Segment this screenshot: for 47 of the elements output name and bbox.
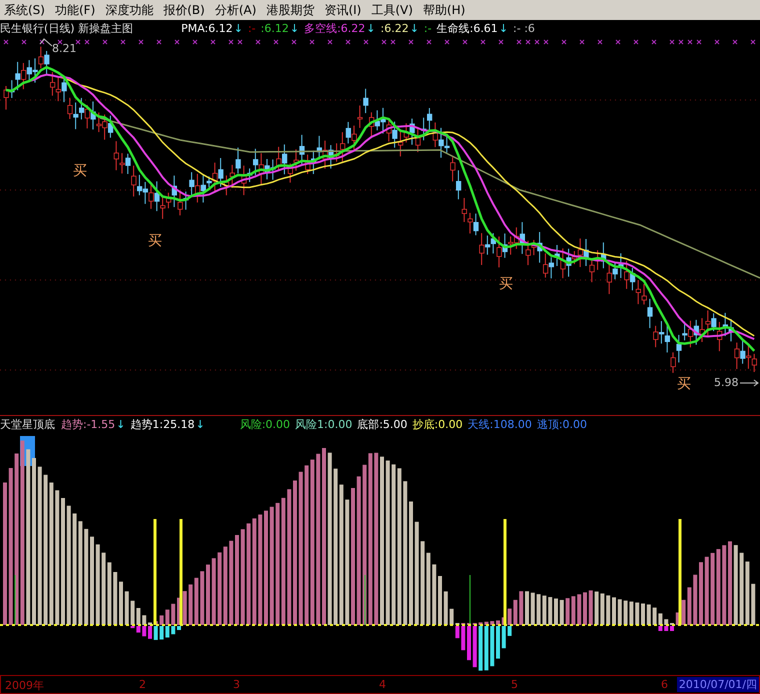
indicator-value: 底部:5.00 — [357, 417, 408, 432]
indicator-value: :6.12 — [260, 22, 289, 34]
indicator-value: 多空线:6.22 — [304, 20, 366, 36]
down-arrow-icon: ↓ — [196, 418, 205, 431]
indicator-value: 逃顶:0.00 — [536, 417, 588, 432]
indicator-title: 天堂星顶底 — [0, 417, 55, 432]
menu-item[interactable]: 工具(V) — [369, 2, 421, 18]
indicator-value: 抄底:0.00 — [412, 417, 463, 432]
buy-signal-label: 买 — [73, 163, 87, 179]
down-arrow-icon: ↓ — [234, 22, 243, 34]
buy-signal-label: 买 — [677, 376, 691, 392]
axis-label: 6 — [661, 678, 668, 691]
buy-signal-label: 买 — [499, 276, 513, 292]
indicator-value: :- — [424, 22, 432, 34]
menu-item[interactable]: 资讯(I) — [322, 2, 370, 18]
menu-item[interactable]: 系统(S) — [2, 2, 53, 18]
axis-label: 3 — [233, 678, 240, 691]
axis-label: 2 — [139, 678, 146, 691]
menu-item[interactable]: 港股期货 — [264, 2, 322, 18]
chart-title: 民生银行(日线) 新操盘主图 — [0, 20, 134, 36]
menu-item[interactable]: 功能(F) — [52, 2, 104, 18]
down-arrow-icon: ↓ — [410, 22, 419, 34]
indicator-value: 天线:108.00 — [468, 417, 532, 432]
cursor-date-label: 2010/07/01/四 — [676, 677, 759, 692]
indicator-value: 风险:0.00 — [240, 417, 290, 432]
last-price-label: 5.98 — [714, 376, 738, 389]
axis-label: 4 — [379, 678, 386, 691]
indicator-value: :- :6 — [513, 22, 535, 34]
indicator-value: 生命线:6.61 — [436, 20, 498, 36]
indicator-value: PMA:6.12 — [181, 22, 233, 34]
menu-item[interactable]: 分析(A) — [212, 2, 264, 18]
indicator-value: :6.22 — [380, 22, 409, 34]
axis-label: 2009年 — [5, 678, 44, 693]
indicator-value: 趋势:-1.55 — [61, 417, 116, 432]
buy-signal-label: 买 — [148, 233, 162, 249]
down-arrow-icon: ↓ — [290, 22, 300, 34]
indicator-value: 趋势1:25.18 — [130, 417, 195, 432]
down-arrow-icon: ↓ — [116, 418, 126, 431]
down-arrow-icon: ↓ — [498, 22, 508, 34]
indicator-value: :- — [248, 22, 256, 34]
menu-item[interactable]: 帮助(H) — [420, 2, 474, 18]
indicator-value: 风险1:0.00 — [295, 417, 352, 432]
menu-item[interactable]: 深度功能 — [103, 2, 162, 18]
high-price-label: 8.21 — [52, 42, 76, 55]
menu-item[interactable]: 报价(B) — [161, 2, 213, 18]
down-arrow-icon: ↓ — [366, 22, 376, 34]
axis-label: 5 — [511, 678, 518, 691]
